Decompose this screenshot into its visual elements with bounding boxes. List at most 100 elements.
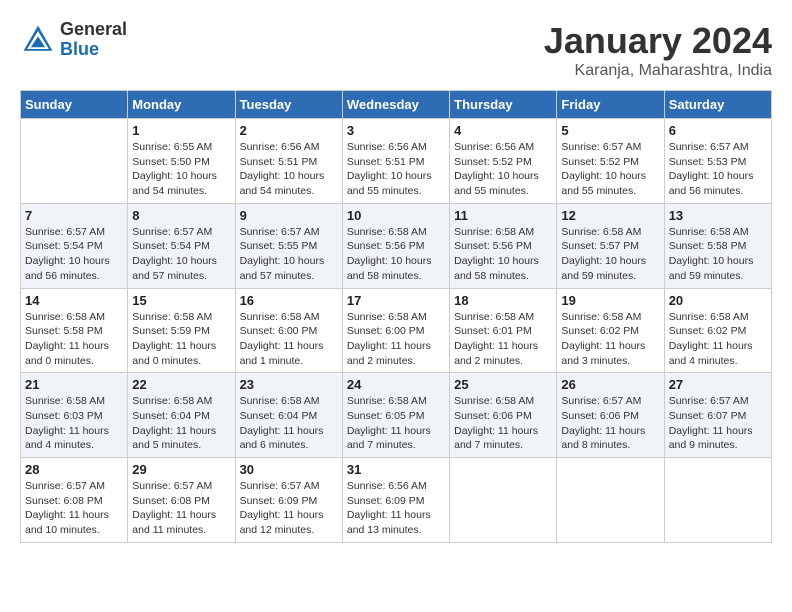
calendar-cell (21, 119, 128, 204)
calendar-cell: 10 Sunrise: 6:58 AM Sunset: 5:56 PM Dayli… (342, 203, 449, 288)
calendar-cell: 6 Sunrise: 6:57 AM Sunset: 5:53 PM Daylig… (664, 119, 771, 204)
calendar-cell (450, 458, 557, 543)
cell-info-text: Sunrise: 6:58 AM Sunset: 6:00 PM Dayligh… (347, 310, 445, 369)
calendar-cell: 3 Sunrise: 6:56 AM Sunset: 5:51 PM Daylig… (342, 119, 449, 204)
cell-day-number: 22 (132, 377, 230, 392)
calendar-cell: 8Sunrise: 6:57 AM Sunset: 5:54 PM Daylig… (128, 203, 235, 288)
weekday-header-cell: Wednesday (342, 91, 449, 119)
calendar-cell (664, 458, 771, 543)
cell-info-text: Sunrise: 6:58 AM Sunset: 6:02 PM Dayligh… (561, 310, 659, 369)
calendar-cell: 11 Sunrise: 6:58 AM Sunset: 5:56 PM Dayli… (450, 203, 557, 288)
cell-info-text: Sunrise: 6:57 AM Sunset: 6:09 PM Dayligh… (240, 479, 338, 538)
calendar-cell: 23 Sunrise: 6:58 AM Sunset: 6:04 PM Dayli… (235, 373, 342, 458)
calendar-cell: 25Sunrise: 6:58 AM Sunset: 6:06 PM Dayli… (450, 373, 557, 458)
calendar-cell: 18 Sunrise: 6:58 AM Sunset: 6:01 PM Dayli… (450, 288, 557, 373)
calendar-cell: 7Sunrise: 6:57 AM Sunset: 5:54 PM Daylig… (21, 203, 128, 288)
cell-day-number: 6 (669, 123, 767, 138)
title-block: January 2024 Karanja, Maharashtra, India (544, 20, 772, 80)
cell-day-number: 3 (347, 123, 445, 138)
cell-day-number: 30 (240, 462, 338, 477)
cell-info-text: Sunrise: 6:56 AM Sunset: 5:51 PM Dayligh… (347, 140, 445, 199)
cell-day-number: 10 (347, 208, 445, 223)
logo-text: General Blue (60, 20, 127, 60)
month-title: January 2024 (544, 20, 772, 62)
weekday-header-cell: Monday (128, 91, 235, 119)
weekday-header-cell: Thursday (450, 91, 557, 119)
cell-day-number: 21 (25, 377, 123, 392)
calendar-week-row: 1 Sunrise: 6:55 AM Sunset: 5:50 PM Daylig… (21, 119, 772, 204)
cell-info-text: Sunrise: 6:58 AM Sunset: 6:03 PM Dayligh… (25, 394, 123, 453)
calendar-cell: 17 Sunrise: 6:58 AM Sunset: 6:00 PM Dayli… (342, 288, 449, 373)
calendar-week-row: 28 Sunrise: 6:57 AM Sunset: 6:08 PM Dayli… (21, 458, 772, 543)
calendar-cell: 21 Sunrise: 6:58 AM Sunset: 6:03 PM Dayli… (21, 373, 128, 458)
location-title: Karanja, Maharashtra, India (544, 62, 772, 80)
page-header: General Blue January 2024 Karanja, Mahar… (20, 20, 772, 80)
calendar-cell: 15 Sunrise: 6:58 AM Sunset: 5:59 PM Dayli… (128, 288, 235, 373)
calendar-cell: 22Sunrise: 6:58 AM Sunset: 6:04 PM Dayli… (128, 373, 235, 458)
weekday-header-row: SundayMondayTuesdayWednesdayThursdayFrid… (21, 91, 772, 119)
cell-day-number: 28 (25, 462, 123, 477)
calendar-cell: 27 Sunrise: 6:57 AM Sunset: 6:07 PM Dayli… (664, 373, 771, 458)
calendar-cell: 12Sunrise: 6:58 AM Sunset: 5:57 PM Dayli… (557, 203, 664, 288)
calendar-cell: 19 Sunrise: 6:58 AM Sunset: 6:02 PM Dayli… (557, 288, 664, 373)
calendar-cell: 1 Sunrise: 6:55 AM Sunset: 5:50 PM Daylig… (128, 119, 235, 204)
cell-info-text: Sunrise: 6:58 AM Sunset: 5:56 PM Dayligh… (454, 225, 552, 284)
cell-info-text: Sunrise: 6:58 AM Sunset: 6:01 PM Dayligh… (454, 310, 552, 369)
cell-day-number: 17 (347, 293, 445, 308)
calendar-cell: 16Sunrise: 6:58 AM Sunset: 6:00 PM Dayli… (235, 288, 342, 373)
cell-day-number: 18 (454, 293, 552, 308)
weekday-header-cell: Sunday (21, 91, 128, 119)
cell-day-number: 23 (240, 377, 338, 392)
cell-day-number: 13 (669, 208, 767, 223)
cell-day-number: 31 (347, 462, 445, 477)
cell-day-number: 29 (132, 462, 230, 477)
calendar-body: 1 Sunrise: 6:55 AM Sunset: 5:50 PM Daylig… (21, 119, 772, 543)
cell-info-text: Sunrise: 6:57 AM Sunset: 5:54 PM Dayligh… (132, 225, 230, 284)
calendar-cell: 30 Sunrise: 6:57 AM Sunset: 6:09 PM Dayli… (235, 458, 342, 543)
cell-day-number: 15 (132, 293, 230, 308)
cell-info-text: Sunrise: 6:57 AM Sunset: 5:53 PM Dayligh… (669, 140, 767, 199)
calendar-cell: 4 Sunrise: 6:56 AM Sunset: 5:52 PM Daylig… (450, 119, 557, 204)
cell-day-number: 25 (454, 377, 552, 392)
calendar-cell: 31 Sunrise: 6:56 AM Sunset: 6:09 PM Dayli… (342, 458, 449, 543)
cell-info-text: Sunrise: 6:57 AM Sunset: 5:52 PM Dayligh… (561, 140, 659, 199)
cell-info-text: Sunrise: 6:57 AM Sunset: 5:55 PM Dayligh… (240, 225, 338, 284)
cell-day-number: 19 (561, 293, 659, 308)
calendar-cell: 26Sunrise: 6:57 AM Sunset: 6:06 PM Dayli… (557, 373, 664, 458)
cell-info-text: Sunrise: 6:57 AM Sunset: 6:07 PM Dayligh… (669, 394, 767, 453)
cell-info-text: Sunrise: 6:57 AM Sunset: 6:06 PM Dayligh… (561, 394, 659, 453)
calendar-table: SundayMondayTuesdayWednesdayThursdayFrid… (20, 90, 772, 543)
cell-day-number: 20 (669, 293, 767, 308)
cell-info-text: Sunrise: 6:58 AM Sunset: 5:57 PM Dayligh… (561, 225, 659, 284)
cell-info-text: Sunrise: 6:58 AM Sunset: 6:05 PM Dayligh… (347, 394, 445, 453)
cell-info-text: Sunrise: 6:56 AM Sunset: 5:52 PM Dayligh… (454, 140, 552, 199)
cell-info-text: Sunrise: 6:58 AM Sunset: 6:04 PM Dayligh… (240, 394, 338, 453)
cell-day-number: 1 (132, 123, 230, 138)
cell-day-number: 14 (25, 293, 123, 308)
cell-info-text: Sunrise: 6:56 AM Sunset: 6:09 PM Dayligh… (347, 479, 445, 538)
cell-day-number: 4 (454, 123, 552, 138)
cell-info-text: Sunrise: 6:58 AM Sunset: 5:59 PM Dayligh… (132, 310, 230, 369)
cell-day-number: 11 (454, 208, 552, 223)
cell-info-text: Sunrise: 6:55 AM Sunset: 5:50 PM Dayligh… (132, 140, 230, 199)
cell-info-text: Sunrise: 6:57 AM Sunset: 6:08 PM Dayligh… (25, 479, 123, 538)
calendar-cell (557, 458, 664, 543)
logo-general: General (60, 19, 127, 39)
cell-day-number: 27 (669, 377, 767, 392)
weekday-header-cell: Tuesday (235, 91, 342, 119)
cell-day-number: 9 (240, 208, 338, 223)
calendar-cell: 14Sunrise: 6:58 AM Sunset: 5:58 PM Dayli… (21, 288, 128, 373)
logo: General Blue (20, 20, 127, 60)
calendar-cell: 29 Sunrise: 6:57 AM Sunset: 6:08 PM Dayli… (128, 458, 235, 543)
calendar-cell: 9 Sunrise: 6:57 AM Sunset: 5:55 PM Daylig… (235, 203, 342, 288)
cell-info-text: Sunrise: 6:57 AM Sunset: 6:08 PM Dayligh… (132, 479, 230, 538)
cell-day-number: 16 (240, 293, 338, 308)
cell-day-number: 5 (561, 123, 659, 138)
cell-day-number: 7 (25, 208, 123, 223)
calendar-cell: 13Sunrise: 6:58 AM Sunset: 5:58 PM Dayli… (664, 203, 771, 288)
cell-info-text: Sunrise: 6:58 AM Sunset: 6:02 PM Dayligh… (669, 310, 767, 369)
cell-day-number: 24 (347, 377, 445, 392)
cell-info-text: Sunrise: 6:56 AM Sunset: 5:51 PM Dayligh… (240, 140, 338, 199)
cell-info-text: Sunrise: 6:58 AM Sunset: 5:56 PM Dayligh… (347, 225, 445, 284)
calendar-week-row: 14Sunrise: 6:58 AM Sunset: 5:58 PM Dayli… (21, 288, 772, 373)
